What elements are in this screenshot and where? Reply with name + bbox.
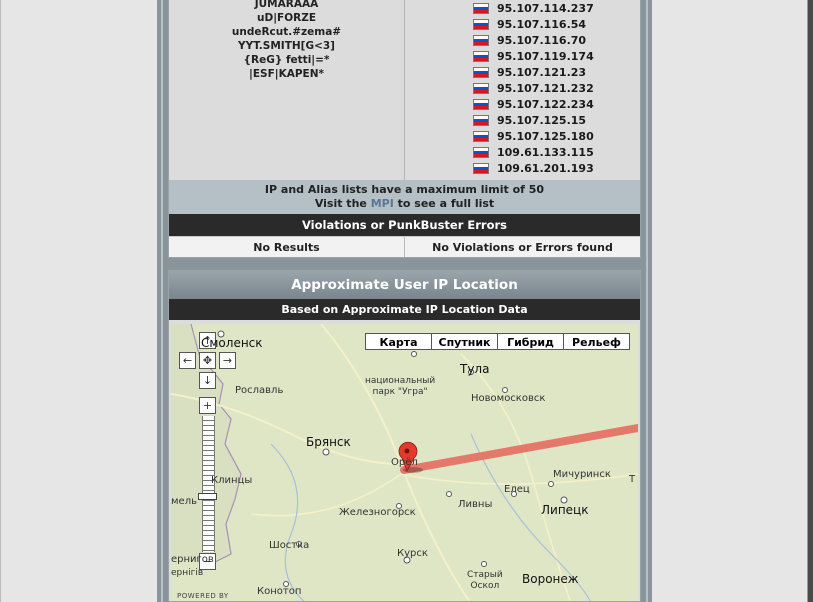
ip-list: 95.107.114.237 95.107.116.54 95.107.116.… xyxy=(405,0,641,180)
map-type-terrain-button[interactable]: Рельеф xyxy=(563,333,630,350)
ip-item: 109.61.133.115 xyxy=(473,144,594,160)
location-subtitle: Based on Approximate IP Location Data xyxy=(169,299,640,320)
powered-by-label: POWERED BY xyxy=(177,592,229,600)
violations-status: No Violations or Errors found xyxy=(405,236,640,257)
russia-flag-icon xyxy=(473,114,489,126)
city-label: Рославль xyxy=(235,385,284,396)
route-line xyxy=(400,424,638,474)
city-label: Тула xyxy=(460,362,490,376)
city-label: Новомосковск xyxy=(471,393,546,404)
alias-item: |ESF|KAPEN* xyxy=(249,68,324,80)
city-label: Старый Оскол xyxy=(467,570,503,591)
map-type-hybrid-button[interactable]: Гибрид xyxy=(497,333,564,350)
russia-flag-icon xyxy=(473,34,489,46)
ip-item: 95.107.116.70 xyxy=(473,32,586,48)
zoom-in-button[interactable]: + xyxy=(199,397,216,414)
list-limit-notice: IP and Alias lists have a maximum limit … xyxy=(169,180,640,214)
ip-item: 95.107.121.232 xyxy=(473,80,594,96)
city-label: Конотоп xyxy=(257,586,302,597)
pan-down-button[interactable]: ↓ xyxy=(199,372,216,389)
ip-item: 109.61.201.193 xyxy=(473,160,594,176)
pan-left-button[interactable]: ← xyxy=(179,352,196,369)
russia-flag-icon xyxy=(473,66,489,78)
alias-item: JUMARAAA xyxy=(254,0,319,10)
alias-list: JUMARAAA uD|FORZE undeRcut.#zema# YYT.SM… xyxy=(169,0,405,180)
city-label: Орёл xyxy=(391,457,418,468)
city-label: Ливны xyxy=(458,499,493,510)
alias-item: uD|FORZE xyxy=(257,12,316,24)
player-info-panel: JUMARAAA uD|FORZE undeRcut.#zema# YYT.SM… xyxy=(168,0,641,258)
city-label: Клинцы xyxy=(211,475,253,486)
city-label: ернігів xyxy=(171,568,204,578)
city-label: Т xyxy=(629,474,636,485)
city-label: Брянск xyxy=(306,435,351,449)
city-label: Смоленск xyxy=(201,336,263,350)
russia-flag-icon xyxy=(473,130,489,142)
city-label: Воронеж xyxy=(522,572,579,586)
zoom-slider-handle[interactable] xyxy=(198,493,217,500)
alias-item: undeRcut.#zema# xyxy=(231,26,342,38)
russia-flag-icon xyxy=(473,2,489,14)
russia-flag-icon xyxy=(473,162,489,174)
mpi-link[interactable]: MPI xyxy=(371,197,394,210)
russia-flag-icon xyxy=(473,18,489,30)
ip-item: 95.107.121.23 xyxy=(473,64,586,80)
alias-item: {ReG} fetti|=* xyxy=(243,54,330,66)
violations-results: No Results xyxy=(169,236,405,257)
ip-item: 95.107.125.180 xyxy=(473,128,594,144)
pan-right-button[interactable]: → xyxy=(219,352,236,369)
ip-item: 95.107.125.15 xyxy=(473,112,586,128)
city-label: Елец xyxy=(504,484,530,495)
russia-flag-icon xyxy=(473,146,489,158)
city-label: Железногорск xyxy=(339,507,416,518)
city-label: ернигов xyxy=(171,554,214,565)
city-label: Мичуринск xyxy=(553,469,611,480)
alias-item: YYT.SMITH[G<3] xyxy=(238,40,335,52)
window-right-edge xyxy=(808,0,813,602)
russia-flag-icon xyxy=(473,50,489,62)
russia-flag-icon xyxy=(473,98,489,110)
city-label: Шостка xyxy=(269,540,310,551)
park-label: национальный парк "Угра" xyxy=(365,376,436,397)
location-title: Approximate User IP Location xyxy=(169,271,640,299)
ip-item: 95.107.122.234 xyxy=(473,96,594,112)
ip-item: 95.107.114.237 xyxy=(473,0,594,16)
pan-center-button[interactable]: ✥ xyxy=(199,352,216,369)
city-label: Курск xyxy=(397,548,428,559)
window-left-edge xyxy=(0,0,1,602)
violations-header: Violations or PunkBuster Errors xyxy=(169,214,640,236)
map-type-map-button[interactable]: Карта xyxy=(365,333,432,350)
map-view[interactable]: ↑ ← ✥ → ↓ + − Карта Спутник Гибрид Релье… xyxy=(171,324,638,601)
ip-item: 95.107.116.54 xyxy=(473,16,586,32)
russia-flag-icon xyxy=(473,82,489,94)
ip-item: 95.107.119.174 xyxy=(473,48,594,64)
city-label: мель xyxy=(171,496,197,507)
ip-location-panel: Approximate User IP Location Based on Ap… xyxy=(168,270,641,602)
map-type-satellite-button[interactable]: Спутник xyxy=(431,333,498,350)
city-label: Липецк xyxy=(541,503,589,517)
